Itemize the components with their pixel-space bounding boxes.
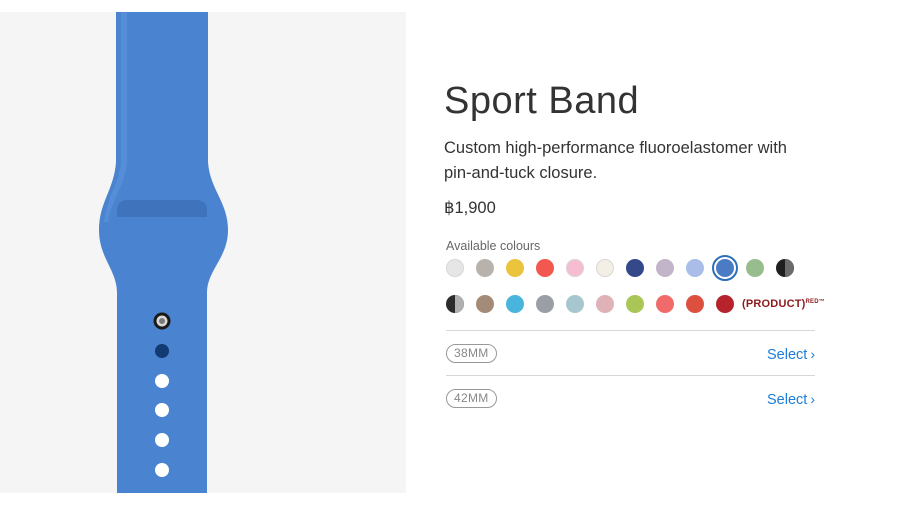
select-42mm-link[interactable]: Select › (767, 389, 815, 410)
product-price: ฿1,900 (444, 199, 496, 217)
colour-swatch-light-pink[interactable] (596, 295, 614, 313)
colour-swatch-red-orange[interactable] (686, 295, 704, 313)
colour-swatch-black-white-split[interactable] (446, 295, 464, 313)
description-line-1: Custom high-performance fluoroelastomer … (444, 139, 787, 157)
colour-swatch-grey[interactable] (536, 295, 554, 313)
band-hole (155, 344, 169, 358)
select-38mm-label: Select (767, 347, 808, 363)
chevron-right-icon: › (810, 346, 815, 362)
swatch-half (455, 295, 464, 313)
colour-swatch-yellow[interactable] (506, 259, 524, 277)
select-38mm-link[interactable]: Select › (767, 344, 815, 365)
product-red-superscript: RED™ (805, 299, 825, 305)
product-page: Sport Band Custom high-performance fluor… (0, 0, 900, 516)
colour-swatch-pale-blue[interactable] (566, 295, 584, 313)
band-hole (155, 433, 169, 447)
colour-swatch-white[interactable] (446, 259, 464, 277)
size-row-38mm: 38MM Select › (446, 342, 815, 366)
select-42mm-label: Select (767, 392, 808, 408)
colour-swatch-coral[interactable] (656, 295, 674, 313)
colour-swatch-dark-red[interactable] (716, 295, 734, 313)
colour-swatch-cocoa[interactable] (476, 295, 494, 313)
colour-swatch-royal-blue[interactable] (712, 255, 738, 281)
band-hole (155, 403, 169, 417)
band-hole (155, 374, 169, 388)
colour-swatch-row-1 (446, 255, 806, 281)
product-red-text: (PRODUCT) (742, 298, 806, 310)
chevron-right-icon: › (810, 391, 815, 407)
divider (446, 375, 815, 376)
colour-swatch-light-blue[interactable] (686, 259, 704, 277)
colour-swatch-orange-red[interactable] (536, 259, 554, 277)
colour-swatch-black-grey-split[interactable] (776, 259, 794, 277)
description-line-2: pin-and-tuck closure. (444, 164, 598, 182)
swatch-half (785, 259, 794, 277)
colour-swatch-turquoise[interactable] (506, 295, 524, 313)
colour-swatch-lavender[interactable] (656, 259, 674, 277)
product-red-swatch-label[interactable]: (PRODUCT)RED™ (742, 295, 825, 313)
size-badge-38mm: 38MM (446, 344, 497, 363)
product-image (0, 12, 406, 493)
product-description: Custom high-performance fluoroelastomer … (444, 136, 814, 186)
available-colours-label: Available colours (446, 239, 541, 253)
band-hole (155, 463, 169, 477)
band-pin-center (159, 318, 165, 324)
colour-swatch-antique-white[interactable] (596, 259, 614, 277)
colour-swatch-lime-green[interactable] (626, 295, 644, 313)
product-title: Sport Band (444, 80, 640, 122)
colour-swatch-row-2: (PRODUCT)RED™ (446, 295, 825, 313)
colour-swatch-mint-green[interactable] (746, 259, 764, 277)
sport-band-image (99, 12, 228, 493)
size-badge-42mm: 42MM (446, 389, 497, 408)
colour-swatch-midnight-blue[interactable] (626, 259, 644, 277)
colour-swatch-pink[interactable] (566, 259, 584, 277)
size-row-42mm: 42MM Select › (446, 387, 815, 411)
colour-swatch-stone[interactable] (476, 259, 494, 277)
divider (446, 330, 815, 331)
